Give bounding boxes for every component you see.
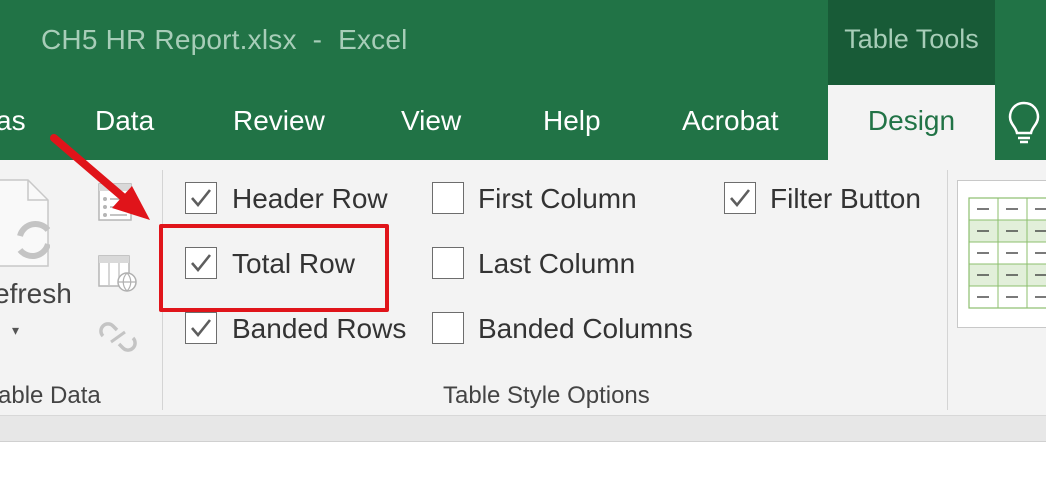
red-arrow-annotation bbox=[50, 134, 150, 220]
document-title: CH5 HR Report.xlsx - Excel bbox=[41, 24, 408, 55]
lightbulb-icon[interactable] bbox=[1002, 99, 1046, 145]
last-column-checkbox[interactable] bbox=[432, 247, 464, 279]
table-tools-context-group: Table Tools bbox=[828, 0, 995, 85]
header-row-checkbox[interactable] bbox=[185, 182, 217, 214]
external-table-data-group-label: able Data bbox=[0, 382, 101, 409]
ribbon-bottom-strip bbox=[0, 415, 1046, 442]
table-style-options-group-label: Table Style Options bbox=[443, 382, 650, 409]
banded-columns-checkbox[interactable] bbox=[432, 312, 464, 344]
banded-columns-label[interactable]: Banded Columns bbox=[478, 313, 693, 345]
table-style-thumbnail bbox=[968, 197, 1046, 309]
first-column-label[interactable]: First Column bbox=[478, 183, 637, 215]
tab-help[interactable]: Help bbox=[543, 105, 601, 137]
filter-button-label[interactable]: Filter Button bbox=[770, 183, 921, 215]
banded-rows-label[interactable]: Banded Rows bbox=[232, 313, 406, 345]
filter-button-checkbox[interactable] bbox=[724, 182, 756, 214]
group-divider bbox=[947, 170, 948, 410]
last-column-label[interactable]: Last Column bbox=[478, 248, 635, 280]
refresh-button-label[interactable]: efresh bbox=[0, 278, 72, 310]
tab-partial-formulas[interactable]: as bbox=[0, 105, 26, 137]
unlink-icon[interactable] bbox=[97, 316, 139, 358]
tab-acrobat[interactable]: Acrobat bbox=[682, 105, 779, 137]
tab-design-label: Design bbox=[867, 105, 956, 136]
tab-view[interactable]: View bbox=[401, 105, 461, 137]
banded-rows-checkbox[interactable] bbox=[185, 312, 217, 344]
table-tools-label: Table Tools bbox=[844, 24, 979, 54]
refresh-dropdown-caret[interactable]: ▾ bbox=[12, 322, 19, 339]
table-style-gallery[interactable] bbox=[957, 180, 1046, 328]
header-row-label[interactable]: Header Row bbox=[232, 183, 388, 215]
open-in-browser-icon[interactable] bbox=[97, 252, 139, 294]
total-row-highlight-box bbox=[159, 224, 389, 312]
tab-design[interactable]: Design bbox=[828, 85, 995, 160]
tab-review[interactable]: Review bbox=[233, 105, 325, 137]
first-column-checkbox[interactable] bbox=[432, 182, 464, 214]
title-bar: CH5 HR Report.xlsx - Excel Table Tools bbox=[0, 0, 1046, 85]
